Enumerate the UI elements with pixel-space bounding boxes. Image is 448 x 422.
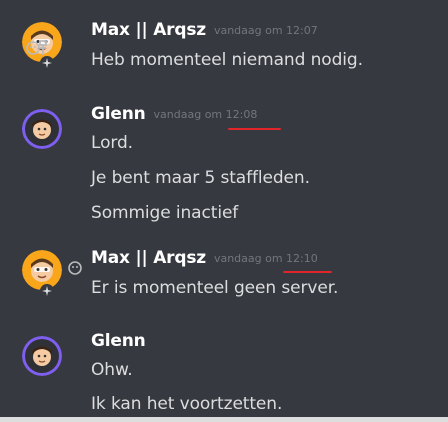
message-header: Max || Arqsz vandaag om 12:07 <box>91 20 318 40</box>
annotation-underline <box>228 128 281 130</box>
message-text: Ik kan het voortzetten. <box>91 394 283 414</box>
message-text: Ohw. <box>91 360 133 380</box>
avatar[interactable] <box>22 336 62 376</box>
username[interactable]: Glenn <box>91 331 146 351</box>
avatar[interactable] <box>22 109 62 149</box>
username[interactable]: Max || Arqsz <box>91 248 206 268</box>
more-options-icon[interactable] <box>34 37 52 59</box>
timestamp: vandaag om 12:10 <box>213 252 318 265</box>
scrollbar-edge <box>0 417 448 422</box>
message-text: Je bent maar 5 staffleden. <box>91 168 310 188</box>
message-text: Sommige inactief <box>91 203 239 223</box>
message-text: Lord. <box>91 133 133 153</box>
message-text: Heb momenteel niemand nodig. <box>91 50 363 70</box>
message-header: Max || Arqsz vandaag om 12:10 <box>91 248 318 268</box>
annotation-underline <box>283 271 332 273</box>
status-icon <box>40 284 54 298</box>
message-header: Glenn <box>91 331 146 351</box>
emoji-icon[interactable] <box>66 257 84 279</box>
cartoon-face-avatar-icon <box>22 250 62 290</box>
username[interactable]: Max || Arqsz <box>91 20 206 40</box>
cartoon-face-avatar-icon <box>22 336 62 376</box>
username[interactable]: Glenn <box>91 104 146 124</box>
cartoon-face-avatar-icon <box>22 109 62 149</box>
timestamp: vandaag om 12:07 <box>213 24 318 37</box>
message-text: Er is momenteel geen server. <box>91 278 339 298</box>
message-header: Glenn vandaag om 12:08 <box>91 104 257 124</box>
timestamp: vandaag om 12:08 <box>153 108 258 121</box>
avatar[interactable] <box>22 250 62 290</box>
